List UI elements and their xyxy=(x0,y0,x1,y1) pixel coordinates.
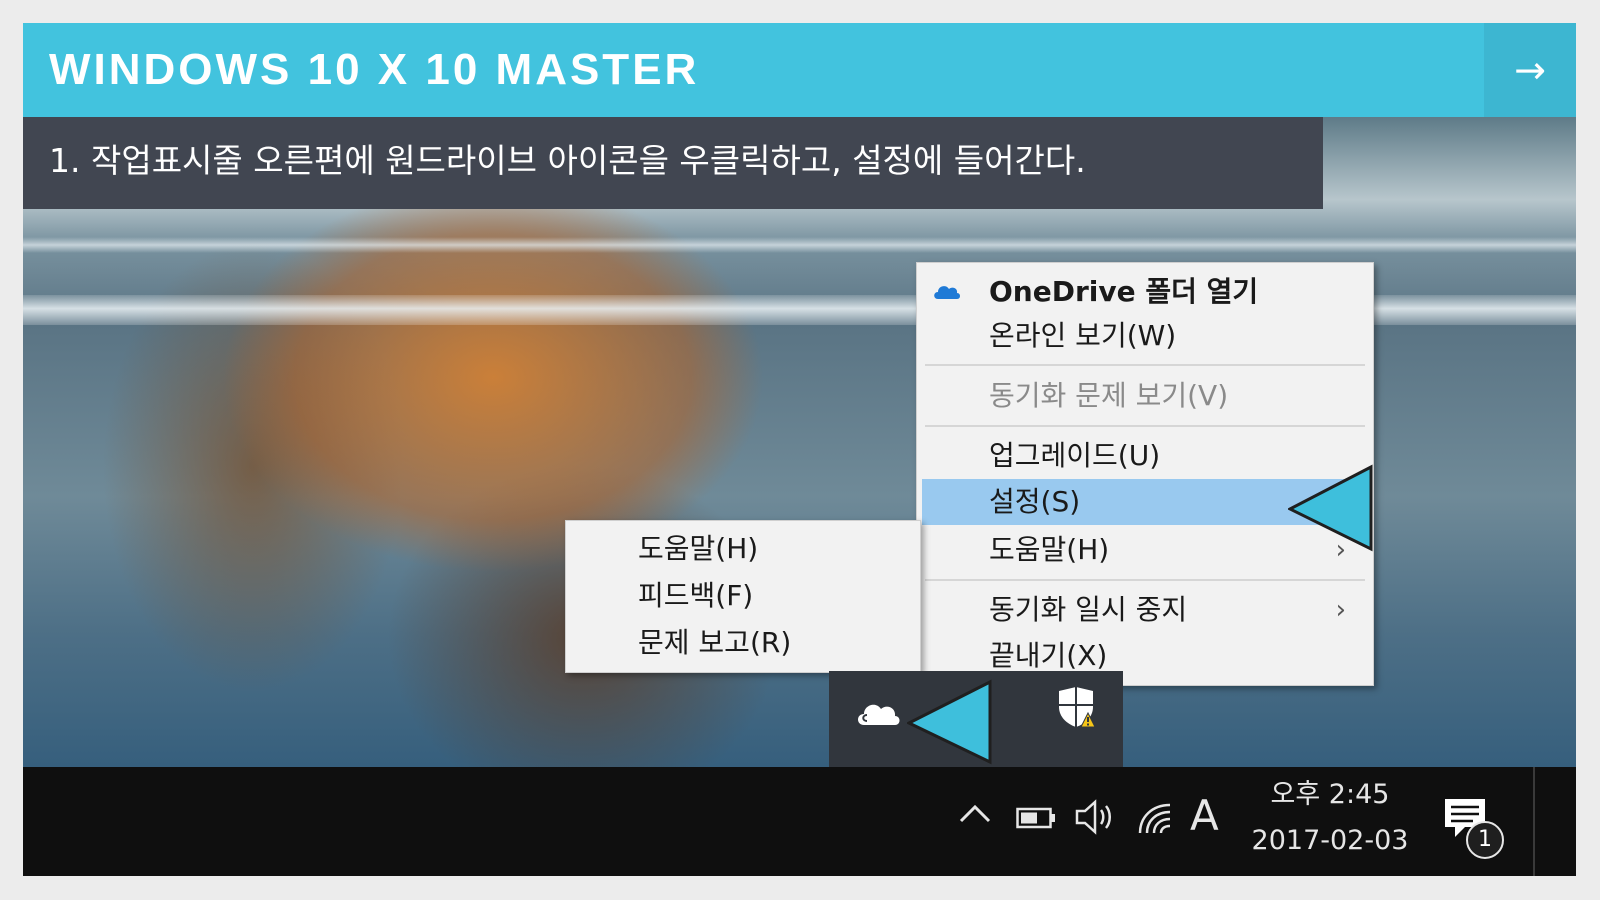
help-submenu: 도움말(H) 피드백(F) 문제 보고(R) xyxy=(565,520,921,673)
wifi-icon[interactable] xyxy=(1136,797,1176,837)
menu-item-label: 동기화 일시 중지 xyxy=(989,593,1188,626)
input-method-indicator[interactable]: A xyxy=(1190,785,1219,847)
submenu-item-report-problem[interactable]: 문제 보고(R) xyxy=(566,620,920,666)
instruction-banner: 1. 작업표시줄 오른편에 원드라이브 아이콘을 우클릭하고, 설정에 들어간다… xyxy=(23,117,1323,209)
notification-count-badge: 1 xyxy=(1466,821,1504,859)
windows-defender-warning-icon[interactable] xyxy=(1055,685,1097,729)
chevron-right-icon: › xyxy=(1335,595,1346,625)
menu-item-open-onedrive-folder[interactable]: OneDrive 폴더 열기 xyxy=(922,269,1368,315)
onedrive-cloud-icon xyxy=(934,286,960,299)
show-desktop-divider[interactable] xyxy=(1533,767,1535,876)
submenu-item-feedback[interactable]: 피드백(F) xyxy=(566,573,920,619)
menu-item-label: 도움말(H) xyxy=(989,533,1110,566)
submenu-item-label: 문제 보고(R) xyxy=(638,626,792,659)
slide-frame: WINDOWS 10 X 10 MASTER → 1. 작업표시줄 오른편에 원… xyxy=(23,23,1576,876)
taskbar: A 오후 2:45 2017-02-03 1 xyxy=(23,767,1576,876)
wallpaper-wave xyxy=(23,237,1576,253)
menu-item-label: 업그레이드(U) xyxy=(989,439,1161,472)
menu-item-label: 설정(S) xyxy=(989,485,1081,518)
clock-time[interactable]: 오후 2:45 xyxy=(1250,775,1410,815)
submenu-item-help[interactable]: 도움말(H) xyxy=(566,526,920,572)
pointer-arrow-settings xyxy=(1288,464,1373,552)
instruction-text: 1. 작업표시줄 오른편에 원드라이브 아이콘을 우클릭하고, 설정에 들어간다… xyxy=(49,141,1086,180)
volume-icon[interactable] xyxy=(1073,797,1119,837)
battery-icon[interactable] xyxy=(1016,807,1056,829)
menu-item-label: 온라인 보기(W) xyxy=(989,319,1177,352)
menu-item-view-sync-problems: 동기화 문제 보기(V) xyxy=(922,373,1368,419)
slide-title-bar: WINDOWS 10 X 10 MASTER → xyxy=(23,23,1576,117)
menu-separator xyxy=(925,425,1365,427)
clock-date[interactable]: 2017-02-03 xyxy=(1241,821,1419,861)
slide-title: WINDOWS 10 X 10 MASTER xyxy=(49,45,700,94)
menu-separator xyxy=(925,364,1365,366)
show-hidden-icons-chevron-icon[interactable] xyxy=(958,797,992,831)
menu-item-label: 동기화 문제 보기(V) xyxy=(989,379,1229,412)
next-arrow-icon[interactable]: → xyxy=(1484,23,1576,117)
submenu-item-label: 피드백(F) xyxy=(638,579,754,612)
menu-item-label: OneDrive 폴더 열기 xyxy=(989,275,1259,308)
onedrive-cloud-icon[interactable] xyxy=(855,695,901,729)
pointer-arrow-tray xyxy=(907,679,992,765)
menu-item-pause-sync[interactable]: 동기화 일시 중지 › xyxy=(922,587,1368,633)
menu-separator xyxy=(925,579,1365,581)
menu-item-view-online[interactable]: 온라인 보기(W) xyxy=(922,313,1368,359)
submenu-item-label: 도움말(H) xyxy=(638,532,759,565)
